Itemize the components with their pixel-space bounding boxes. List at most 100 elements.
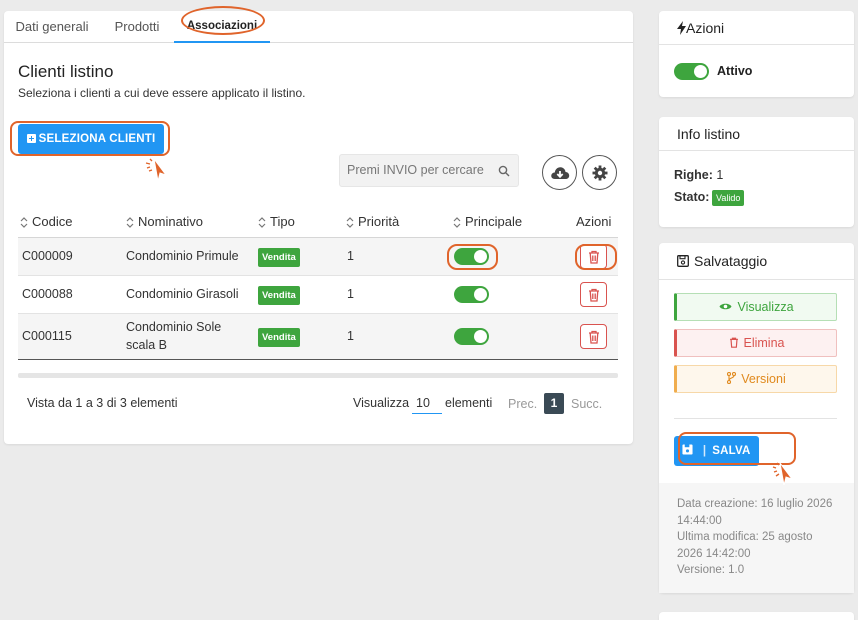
select-clients-button[interactable]: SELEZIONA CLIENTI: [18, 124, 164, 154]
elements-label: elementi: [445, 396, 493, 410]
next-card: [659, 612, 854, 620]
download-button[interactable]: [542, 155, 577, 190]
delete-label: Elimina: [743, 336, 785, 350]
trash-icon: [588, 330, 599, 344]
active-label: Attivo: [717, 64, 753, 78]
tab-associations[interactable]: Associazioni: [174, 11, 270, 43]
column-label: Principale: [465, 214, 523, 229]
principal-toggle[interactable]: [454, 286, 489, 303]
actions-title: Azioni: [686, 20, 725, 36]
trash-icon: [588, 250, 599, 264]
cell-code: C000009: [22, 249, 73, 263]
page-size-select[interactable]: 10: [412, 396, 442, 414]
table-row: C000115 Condominio Sole scala B Vendita …: [18, 314, 618, 360]
status-label: Stato:: [674, 190, 710, 204]
view-label: Visualizza: [737, 300, 794, 314]
tab-general-data[interactable]: Dati generali: [4, 11, 100, 43]
next-page-button[interactable]: Succ.: [571, 397, 602, 411]
prev-page-button[interactable]: Prec.: [508, 397, 537, 411]
trash-icon: [588, 288, 599, 302]
bolt-icon: [677, 21, 686, 35]
delete-button[interactable]: Elimina: [674, 329, 837, 357]
modified-time: 2026 14:42:00: [677, 547, 751, 560]
horizontal-scrollbar[interactable]: [18, 373, 618, 378]
floppy-icon: [682, 444, 693, 455]
cell-priority: 1: [347, 249, 354, 263]
created-date: Data creazione: 16 luglio 2026: [677, 498, 833, 510]
rows-label: Righe:: [674, 168, 713, 182]
delete-row-button[interactable]: [580, 282, 607, 307]
save-header: Salvataggio: [659, 243, 854, 280]
column-header-name[interactable]: Nominativo: [126, 214, 203, 229]
info-title: Info listino: [659, 117, 854, 151]
clients-card: Dati generali Prodotti Associazioni Clie…: [4, 6, 633, 444]
column-header-type[interactable]: Tipo: [258, 214, 295, 229]
branch-icon: [727, 371, 737, 385]
sort-icon: [258, 217, 266, 228]
principal-toggle[interactable]: [454, 248, 489, 265]
table-row: C000088 Condominio Girasoli Vendita 1: [18, 276, 618, 314]
type-badge: Vendita: [258, 286, 300, 305]
save-title: Salvataggio: [694, 253, 768, 269]
eye-icon: [719, 303, 732, 310]
sort-icon: [453, 217, 461, 228]
column-label: Priorità: [358, 214, 400, 229]
cell-name: Condominio Primule: [126, 249, 239, 263]
column-label: Tipo: [270, 214, 295, 229]
cell-priority: 1: [347, 287, 354, 301]
cell-code: C000115: [22, 329, 72, 343]
plus-square-icon: [26, 134, 36, 143]
search-input[interactable]: Premi INVIO per cercare: [339, 154, 519, 187]
table-row: C000009 Condominio Primule Vendita 1: [18, 238, 618, 276]
page-button-1[interactable]: 1: [544, 393, 564, 414]
pointer-cursor-icon: [145, 158, 168, 182]
column-header-principal[interactable]: Principale: [453, 214, 522, 229]
save-label: SALVA: [712, 445, 751, 457]
cell-name-line1: Condominio Sole: [126, 320, 222, 334]
save-meta: Data creazione: 16 luglio 2026 14:44:00 …: [677, 496, 832, 579]
trash-icon: [729, 337, 738, 348]
column-header-priority[interactable]: Priorità: [346, 214, 399, 229]
cell-name-line2: scala B: [126, 338, 167, 352]
save-button[interactable]: | SALVA: [674, 436, 759, 466]
actions-header: Azioni: [659, 11, 854, 45]
search-placeholder: Premi INVIO per cercare: [347, 163, 484, 177]
type-badge: Vendita: [258, 328, 300, 347]
column-header-actions: Azioni: [576, 214, 612, 229]
page-title: Clienti listino: [18, 62, 114, 81]
rows-row: Righe: 1: [674, 168, 723, 182]
column-label: Codice: [32, 214, 73, 229]
modified-date: Ultima modifica: 25 agosto: [677, 531, 813, 543]
tab-bar: Dati generali Prodotti Associazioni: [4, 11, 633, 43]
view-button[interactable]: Visualizza: [674, 293, 837, 321]
select-clients-label: SELEZIONA CLIENTI: [38, 133, 156, 145]
cloud-download-icon: [550, 166, 569, 179]
versions-button[interactable]: Versioni: [674, 365, 837, 393]
active-toggle[interactable]: [674, 63, 709, 80]
info-card: Info listino Righe: 1 Stato: Valido: [659, 117, 854, 227]
versions-label: Versioni: [741, 372, 786, 386]
save-separator: |: [702, 445, 707, 457]
sort-icon: [20, 217, 28, 228]
save-card: Salvataggio Visualizza Elimina Versioni …: [659, 243, 854, 593]
table-info: Vista da 1 a 3 di 3 elementi: [27, 396, 178, 410]
cell-code: C000088: [22, 287, 73, 301]
search-icon: [498, 165, 510, 177]
version-info: Versione: 1.0: [677, 564, 745, 576]
tab-products[interactable]: Prodotti: [100, 11, 174, 43]
floppy-icon: [677, 255, 689, 267]
type-badge: Vendita: [258, 248, 300, 267]
sort-icon: [126, 217, 134, 228]
principal-toggle[interactable]: [454, 328, 489, 345]
delete-row-button[interactable]: [580, 324, 607, 349]
column-label: Nominativo: [138, 214, 204, 229]
save-divider: [674, 418, 837, 419]
column-header-code[interactable]: Codice: [20, 214, 72, 229]
page-size-label: Visualizza: [353, 396, 410, 410]
sort-icon: [346, 217, 354, 228]
gear-icon: [592, 165, 607, 180]
status-badge: Valido: [712, 190, 745, 206]
delete-row-button[interactable]: [580, 244, 607, 269]
actions-card: Azioni Attivo: [659, 11, 854, 97]
settings-button[interactable]: [582, 155, 617, 190]
